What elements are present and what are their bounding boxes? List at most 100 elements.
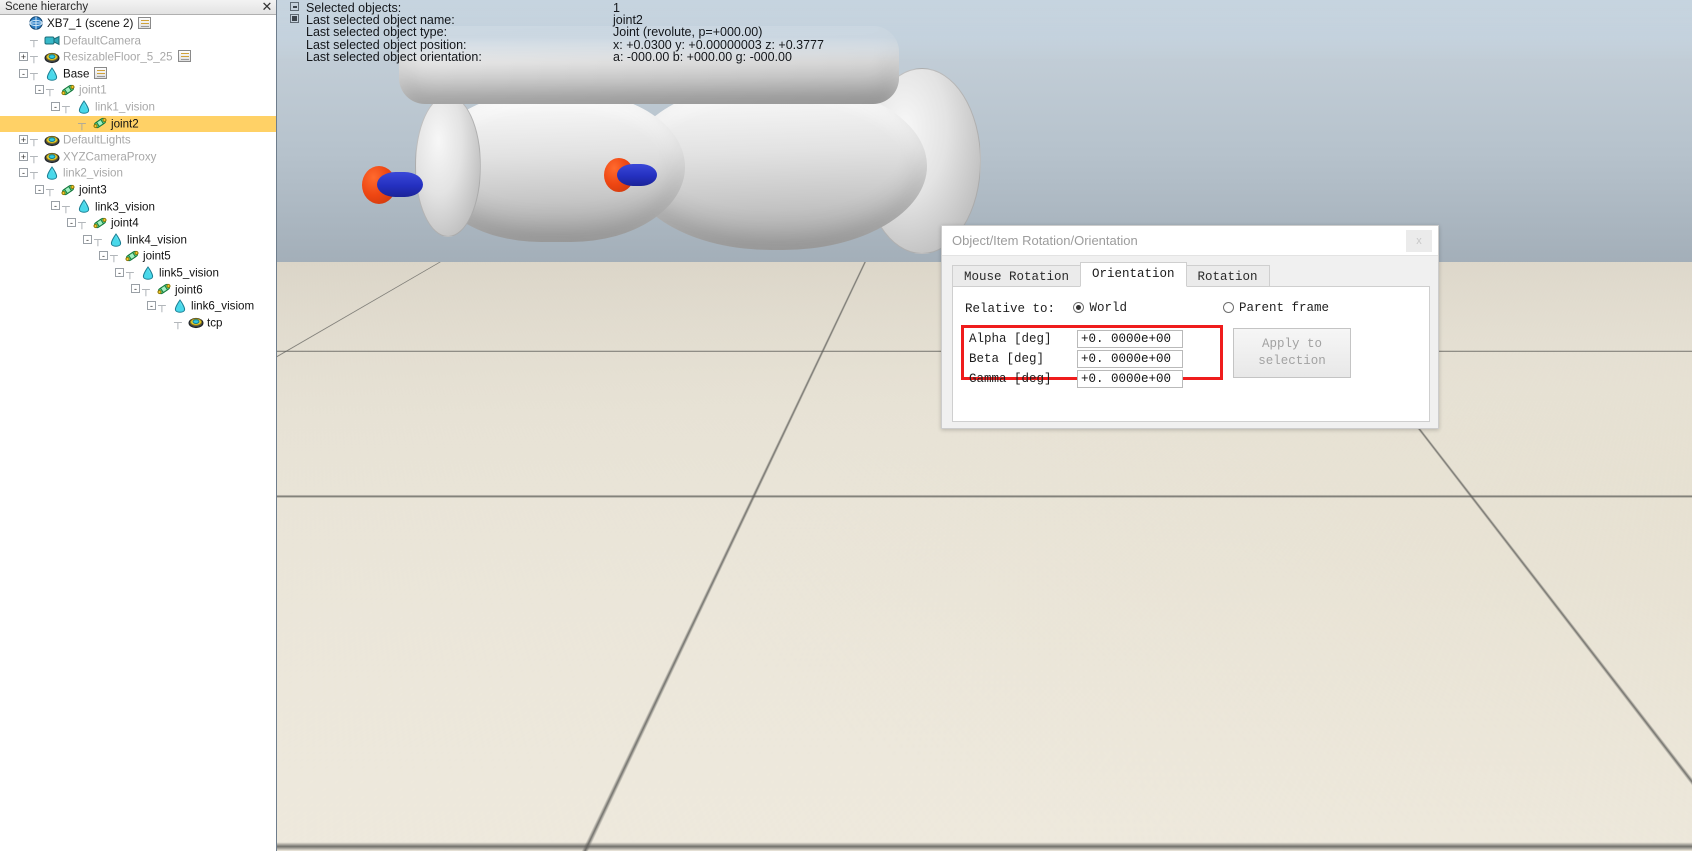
joint-icon <box>92 116 108 129</box>
alpha-input[interactable] <box>1077 329 1183 348</box>
radio-parent-frame[interactable]: Parent frame <box>1222 299 1329 317</box>
status-row: Last selected object position: x: +0.0300… <box>290 37 1692 52</box>
tree-connector: ┬ <box>142 283 150 296</box>
collapse-icon[interactable]: - <box>115 267 124 277</box>
tree-item-label: joint1 <box>79 83 107 97</box>
radio-label: Parent frame <box>1238 300 1329 315</box>
collapse-icon[interactable]: - <box>99 251 108 261</box>
dialog-close-button[interactable]: x <box>1406 230 1432 252</box>
angle-field-row: Gamma [deg] <box>969 369 1219 388</box>
tree-item-link5_vision[interactable]: - ┬ link5_vision <box>0 265 276 282</box>
status-value: x: +0.0300 y: +0.00000003 z: +0.3777 <box>613 37 824 52</box>
script-badge-icon[interactable] <box>177 50 191 63</box>
collapse-icon[interactable]: - <box>67 217 76 227</box>
beta-input[interactable] <box>1077 349 1183 368</box>
tree-item-defaultcamera[interactable]: ┬ DefaultCamera <box>0 33 276 50</box>
tree-item-base[interactable]: - ┬ Base <box>0 66 276 83</box>
tree-connector: ┬ <box>30 167 38 180</box>
tree-item-joint1[interactable]: - ┬ joint1 <box>0 82 276 99</box>
tree-item-xyzcameraproxy[interactable]: + ┬ XYZCameraProxy <box>0 149 276 166</box>
tree-item-joint5[interactable]: - ┬ joint5 <box>0 248 276 265</box>
tree-item-joint4[interactable]: - ┬ joint4 <box>0 215 276 232</box>
shape-icon <box>76 199 92 214</box>
tab-rotation[interactable]: Rotation <box>1185 265 1270 287</box>
radio-label: World <box>1089 300 1127 315</box>
tree-item-link6_visiom[interactable]: - ┬ link6_visiom <box>0 298 276 315</box>
tab-mouse-rotation[interactable]: Mouse Rotation <box>952 265 1082 287</box>
apply-to-selection-button[interactable]: Apply to selection <box>1233 328 1351 378</box>
tree-item-link3_vision[interactable]: - ┬ link3_vision <box>0 199 276 216</box>
rotation-orientation-dialog[interactable]: Object/Item Rotation/Orientation x Mouse… <box>941 225 1439 429</box>
tree-item-joint3[interactable]: - ┬ joint3 <box>0 182 276 199</box>
tree-item-link1_vision[interactable]: - ┬ link1_vision <box>0 99 276 116</box>
collapse-toggle-icon[interactable] <box>290 2 299 11</box>
tree-item-label: XB7_1 (scene 2) <box>47 17 134 30</box>
joint2-scene-label: joint2 <box>843 388 872 402</box>
collapse-icon[interactable]: - <box>19 68 28 78</box>
axis-label-y: y <box>1652 757 1658 771</box>
tree-connector: ┬ <box>174 316 182 329</box>
tree-item-label: joint6 <box>175 282 203 296</box>
tree-item-joint6[interactable]: - ┬ joint6 <box>0 282 276 299</box>
tree-item-tcp[interactable]: ┬ tcp <box>0 315 276 332</box>
joint-icon <box>92 216 108 229</box>
expand-icon[interactable]: + <box>19 134 28 144</box>
radio-world[interactable]: World <box>1073 299 1127 317</box>
scene-viewport[interactable]: EDU joint2 现在旋转坐标数值均为0，为了Z轴向右， 需向Y方向旋转（调… <box>277 0 1692 851</box>
script-badge-icon[interactable] <box>138 16 152 29</box>
dialog-titlebar: Object/Item Rotation/Orientation x <box>942 226 1438 256</box>
tree-item-label: XYZCameraProxy <box>63 150 157 164</box>
collapse-icon[interactable]: - <box>51 201 60 211</box>
collapse-icon[interactable]: - <box>131 284 140 294</box>
collapse-icon[interactable]: - <box>147 300 156 310</box>
beta-label: Beta [deg] <box>969 351 1045 366</box>
tree-item-defaultlights[interactable]: + ┬ DefaultLights <box>0 132 276 149</box>
tree-connector: ┬ <box>30 67 38 80</box>
tree-item-label: ResizableFloor_5_25 <box>63 50 173 64</box>
collapse-icon[interactable]: - <box>51 101 60 111</box>
expand-icon[interactable]: + <box>19 51 28 61</box>
tree-item-link2_vision[interactable]: - ┬ link2_vision <box>0 165 276 182</box>
expand-toggle-icon[interactable] <box>290 14 299 24</box>
collapse-icon[interactable]: - <box>35 85 44 95</box>
radio-dot-icon <box>1073 302 1085 314</box>
tree-item-label: Base <box>63 67 90 81</box>
dialog-tabstrip: Mouse Rotation Orientation Rotation <box>952 262 1270 287</box>
axis-label-x: x <box>1608 779 1614 791</box>
tree-item-label: link5_vision <box>159 266 219 280</box>
gamma-input[interactable] <box>1077 369 1183 388</box>
script-badge-icon[interactable] <box>94 67 108 80</box>
relative-to-label: Relative to: <box>965 302 1056 316</box>
tree-connector: ┬ <box>158 300 166 313</box>
joint-icon <box>124 249 140 262</box>
tree-connector: ┬ <box>46 183 54 196</box>
expand-icon[interactable]: + <box>19 151 28 161</box>
collapse-icon[interactable]: - <box>19 168 28 178</box>
tree-item-label: joint4 <box>111 216 139 230</box>
tree-item-label: DefaultLights <box>63 133 131 147</box>
close-icon[interactable]: ✕ <box>261 0 273 13</box>
alpha-label: Alpha [deg] <box>969 331 1052 346</box>
scene-hierarchy-panel[interactable]: Scene hierarchy ✕ XB7_1 (scene 2) ┬ Defaul… <box>0 0 277 851</box>
tree-item-joint2[interactable]: ┬ joint2 <box>0 115 276 133</box>
tree-item-xb7_1[interactable]: XB7_1 (scene 2) <box>0 16 276 33</box>
gamma-label: Gamma [deg] <box>969 371 1052 386</box>
tree-item-label: joint2 <box>111 116 139 130</box>
tree-item-link4_vision[interactable]: - ┬ link4_vision <box>0 232 276 249</box>
tab-orientation[interactable]: Orientation <box>1080 262 1187 287</box>
tree-connector: ┬ <box>30 134 38 147</box>
tree-item-label: link1_vision <box>95 100 155 114</box>
status-value: Joint (revolute, p=+000.00) <box>613 25 763 40</box>
tree-connector: ┬ <box>62 100 70 113</box>
tree-item-label: DefaultCamera <box>63 33 141 47</box>
tree-item-resizablefloor_5_25[interactable]: + ┬ ResizableFloor_5_25 <box>0 49 276 66</box>
tree-connector: ┬ <box>30 51 38 64</box>
radio-dot-icon <box>1222 302 1234 314</box>
scene-hierarchy-tree[interactable]: XB7_1 (scene 2) ┬ DefaultCamera + ┬ Resizable… <box>0 15 276 331</box>
tree-connector: ┬ <box>30 34 38 47</box>
status-row: Selected objects: 1 <box>290 2 1692 14</box>
scene-hierarchy-header: Scene hierarchy ✕ <box>0 0 276 15</box>
annotation-text: 现在旋转坐标数值均为0，为了Z轴向右， 需向Y方向旋转（调整X轴的角度为-90，… <box>977 469 1385 512</box>
collapse-icon[interactable]: - <box>35 184 44 194</box>
collapse-icon[interactable]: - <box>83 234 92 244</box>
